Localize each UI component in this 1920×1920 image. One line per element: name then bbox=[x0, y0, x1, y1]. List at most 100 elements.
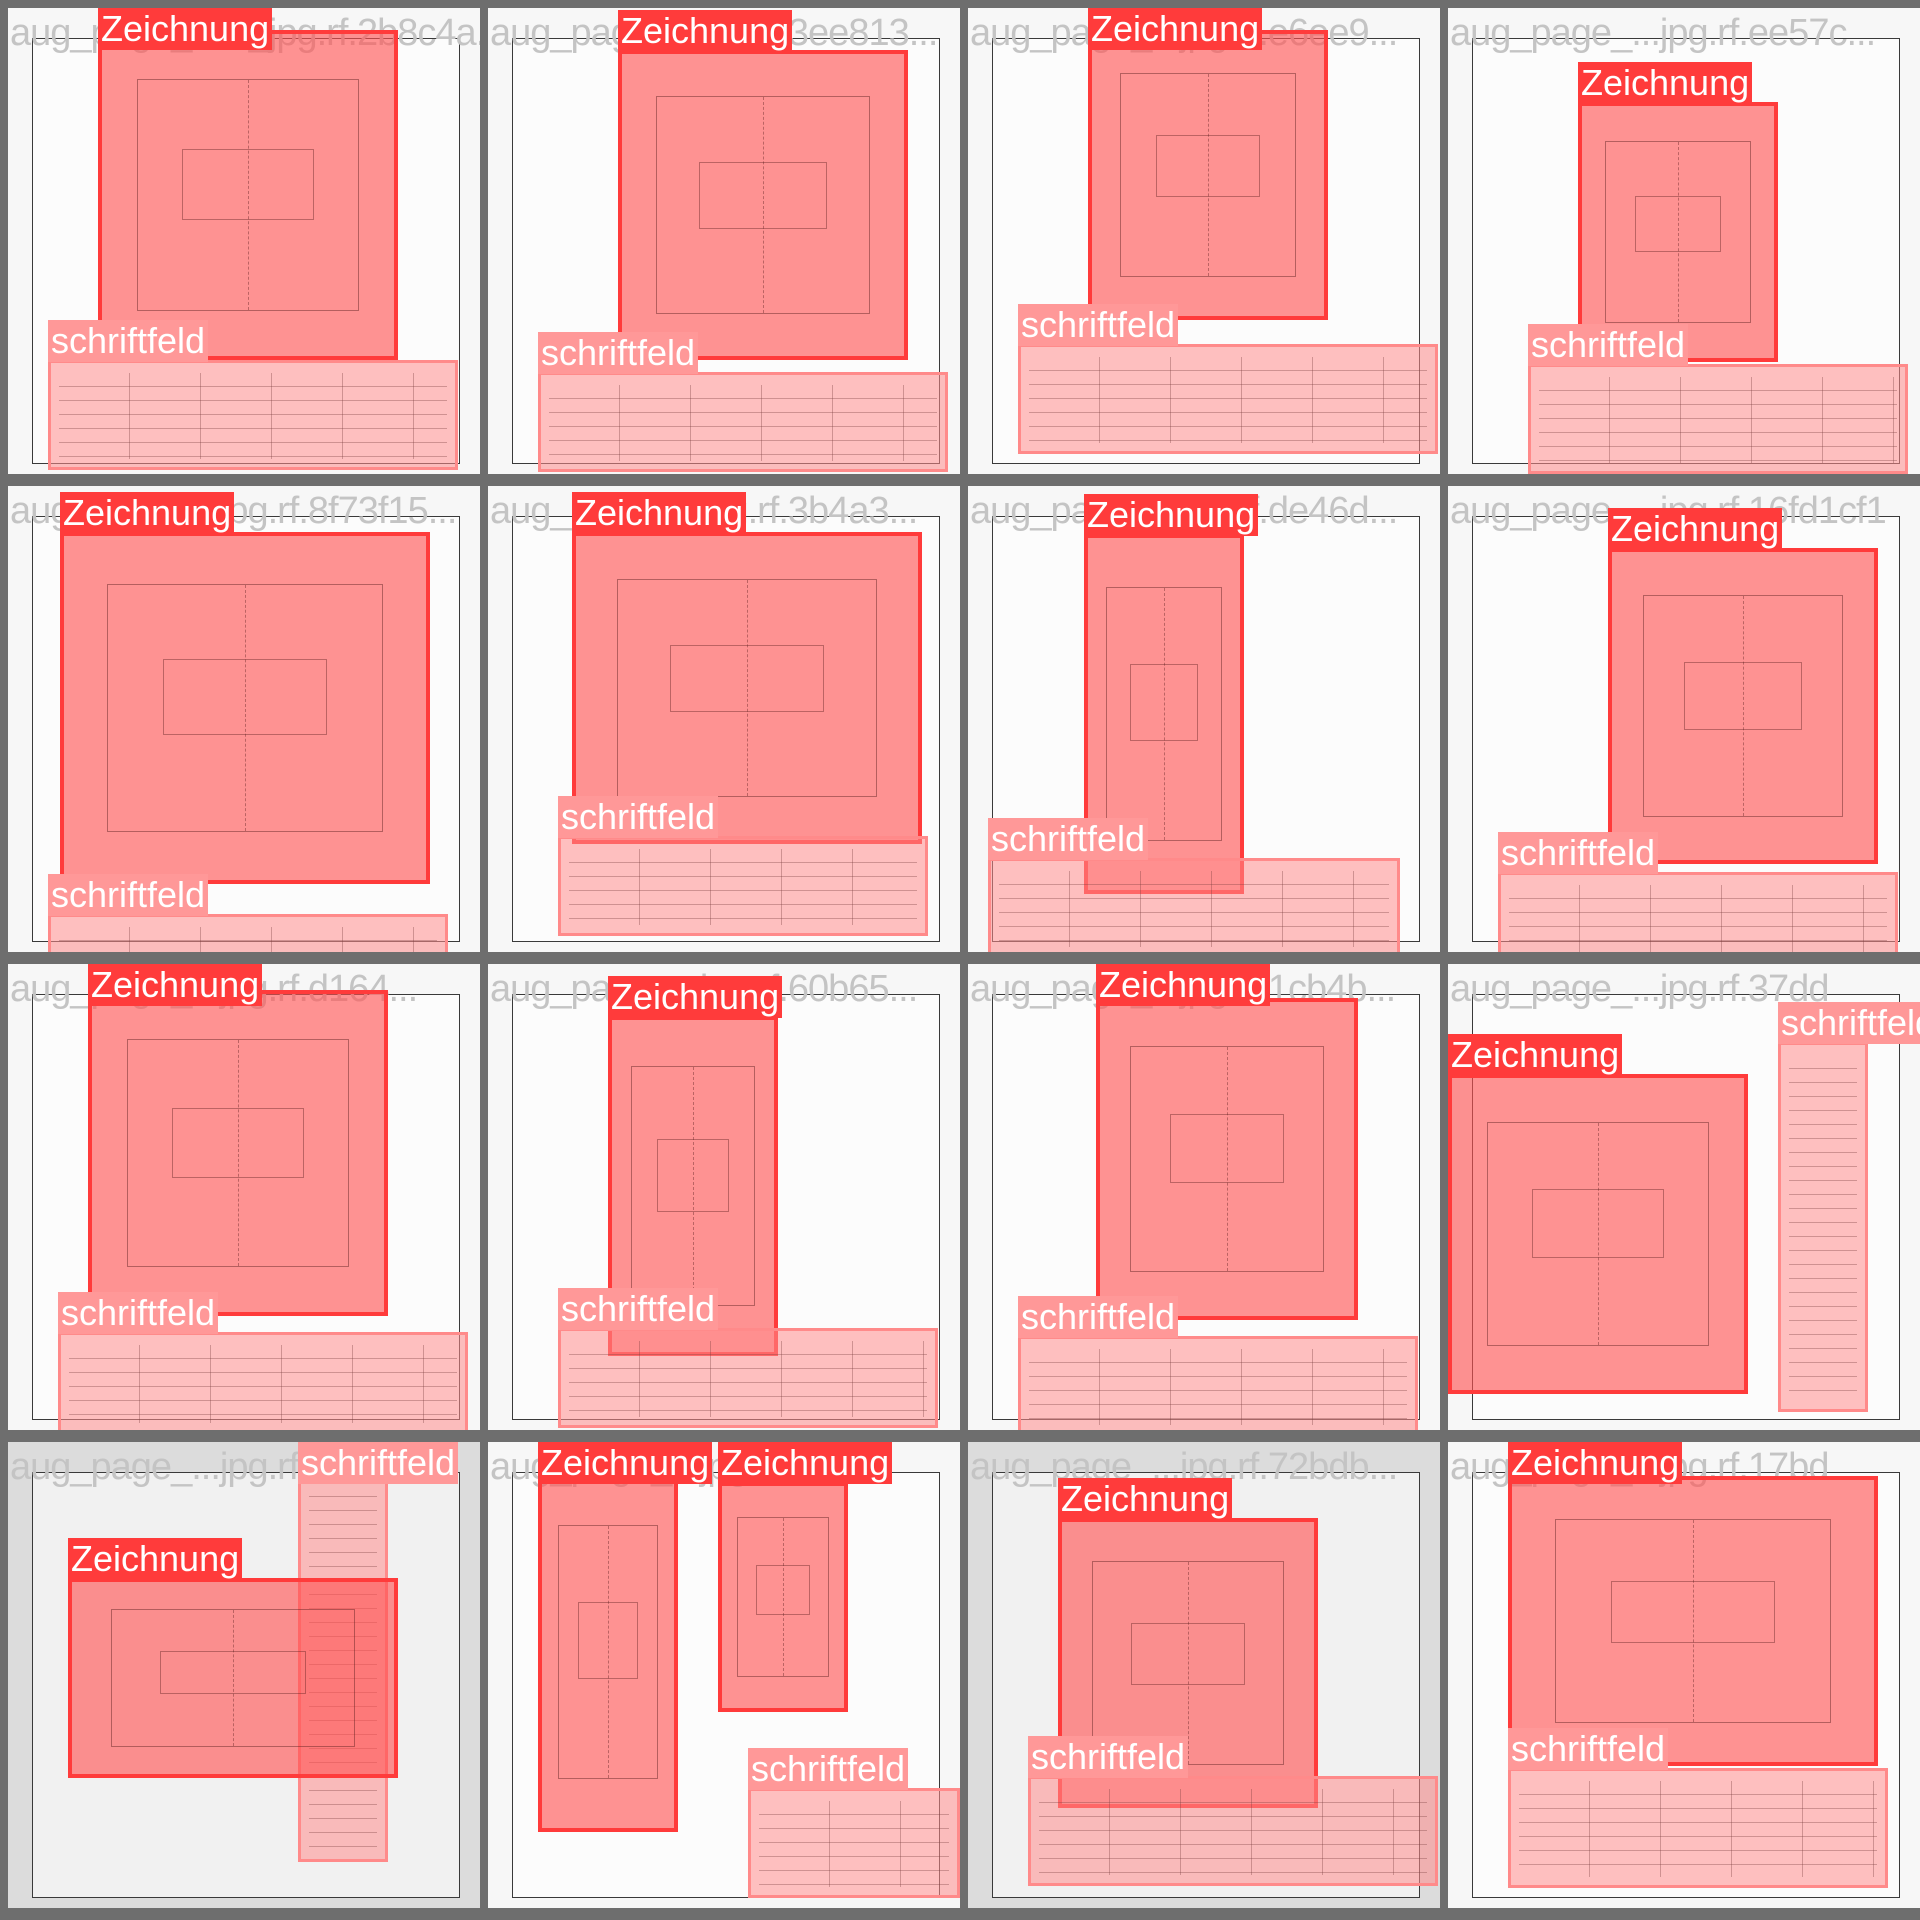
zeichnung-label: Zeichnung bbox=[572, 492, 747, 534]
image-tile: aug_page_...jpg.rf.de46d...Zeichnungschr… bbox=[968, 486, 1440, 952]
image-tile: aug_page_...jpg.rf.37dd schriftfeld Zeichn… bbox=[1448, 964, 1920, 1430]
schriftfeld-box bbox=[1028, 1776, 1438, 1886]
schriftfeld-label: schriftfeld bbox=[1498, 832, 1659, 874]
image-tile: aug_page_...jpg.rf.1cb4b...Zeichnungschr… bbox=[968, 964, 1440, 1430]
drawing-lines bbox=[736, 1517, 830, 1677]
schriftfeld-box bbox=[48, 914, 448, 952]
image-tile: aug_page_...jpg.rf.e6ee9...Zeichnungschr… bbox=[968, 8, 1440, 474]
schriftfeld-box bbox=[1018, 1336, 1418, 1430]
zeichnung-label: Zeichnung bbox=[618, 10, 793, 52]
zeichnung-box bbox=[68, 1578, 398, 1778]
drawing-lines bbox=[1106, 587, 1222, 841]
drawing-lines bbox=[1487, 1121, 1709, 1347]
drawing-lines bbox=[1555, 1519, 1831, 1723]
drawing-lines bbox=[1092, 1561, 1284, 1765]
title-block-grid bbox=[1509, 885, 1887, 952]
schriftfeld-label: schriftfeld bbox=[58, 1292, 219, 1334]
title-block-grid bbox=[549, 385, 937, 461]
zeichnung-box bbox=[98, 30, 398, 360]
title-block-grid bbox=[1789, 1055, 1857, 1401]
schriftfeld-box bbox=[1498, 872, 1898, 952]
drawing-lines bbox=[107, 584, 383, 832]
schriftfeld-box bbox=[988, 858, 1400, 952]
image-tile: aug_page_...jpg.rf.17bdZeichnungschriftf… bbox=[1448, 1442, 1920, 1908]
schriftfeld-box bbox=[538, 372, 948, 472]
title-block-grid bbox=[1029, 357, 1427, 443]
image-tile: aug_page_116_jpg.rf.2b8c4a...Zeichnungsc… bbox=[8, 8, 480, 474]
schriftfeld-label: schriftfeld bbox=[298, 1442, 459, 1484]
zeichnung-box bbox=[88, 990, 388, 1316]
image-tile: aug_page_...jpg.rf.60b65...Zeichnungschr… bbox=[488, 964, 960, 1430]
image-tile: aug_page_...jpg.rf...ZeichnungZeichnungs… bbox=[488, 1442, 960, 1908]
drawing-lines bbox=[617, 578, 877, 798]
zeichnung-box bbox=[1088, 30, 1328, 320]
zeichnung-label: Zeichnung bbox=[68, 1538, 243, 1580]
zeichnung-box bbox=[1448, 1074, 1748, 1394]
drawing-lines bbox=[110, 1608, 356, 1748]
title-block-grid bbox=[759, 1801, 949, 1887]
schriftfeld-box bbox=[48, 360, 458, 470]
title-block-grid bbox=[69, 1345, 457, 1423]
schriftfeld-label: schriftfeld bbox=[1028, 1736, 1189, 1778]
image-tile: aug_page_...jpg.rf.3ee813...Zeichnungsch… bbox=[488, 8, 960, 474]
schriftfeld-label: schriftfeld bbox=[538, 332, 699, 374]
image-tile: aug_page_...jpg.rf.ee57c... Zeichnung schr… bbox=[1448, 8, 1920, 474]
schriftfeld-label: schriftfeld bbox=[1018, 304, 1179, 346]
zeichnung-label: Zeichnung bbox=[1084, 494, 1259, 536]
title-block-grid bbox=[59, 373, 447, 459]
zeichnung-label: Zeichnung bbox=[1448, 1034, 1623, 1076]
zeichnung-box bbox=[1608, 548, 1878, 864]
schriftfeld-box bbox=[748, 1788, 960, 1898]
schriftfeld-label: schriftfeld bbox=[48, 874, 209, 916]
drawing-lines bbox=[1643, 595, 1843, 817]
title-block-grid bbox=[1029, 1349, 1407, 1425]
zeichnung-label: Zeichnung bbox=[60, 492, 235, 534]
drawing-lines bbox=[631, 1066, 755, 1306]
title-block-grid bbox=[569, 1341, 927, 1417]
image-tile: aug_page_...jpg.rf.3b4a3...Zeichnungschr… bbox=[488, 486, 960, 952]
zeichnung-label: Zeichnung bbox=[1578, 62, 1753, 104]
title-block-grid bbox=[999, 871, 1389, 947]
filename-text: aug_page_...jpg.rf.37dd bbox=[1450, 968, 1829, 1010]
title-block-grid bbox=[1519, 1781, 1877, 1877]
drawing-lines bbox=[655, 96, 871, 314]
zeichnung-label: Zeichnung bbox=[1096, 964, 1271, 1006]
schriftfeld-label: schriftfeld bbox=[1778, 1002, 1920, 1044]
schriftfeld-label: schriftfeld bbox=[988, 818, 1149, 860]
detection-mosaic: aug_page_116_jpg.rf.2b8c4a...Zeichnungsc… bbox=[0, 0, 1920, 1920]
drawing-lines bbox=[127, 1038, 349, 1268]
zeichnung-box bbox=[618, 50, 908, 360]
schriftfeld-box bbox=[1508, 1768, 1888, 1888]
schriftfeld-box bbox=[58, 1332, 468, 1430]
schriftfeld-box bbox=[558, 1328, 938, 1428]
title-block-grid bbox=[59, 927, 437, 952]
zeichnung-label: Zeichnung bbox=[1058, 1478, 1233, 1520]
zeichnung-label: Zeichnung bbox=[1608, 508, 1783, 550]
filename-text: aug_page_...jpg.rf.ee57c... bbox=[1450, 12, 1876, 54]
schriftfeld-box bbox=[1018, 344, 1438, 454]
zeichnung-box bbox=[60, 532, 430, 884]
image-tile: aug_page_...jpg.rf.d164...Zeichnungschri… bbox=[8, 964, 480, 1430]
schriftfeld-label: schriftfeld bbox=[1528, 324, 1689, 366]
schriftfeld-box bbox=[1778, 1042, 1868, 1412]
title-block-grid bbox=[1539, 377, 1897, 463]
zeichnung-label: Zeichnung bbox=[1508, 1442, 1683, 1484]
drawing-lines bbox=[1119, 73, 1297, 277]
zeichnung-label: Zeichnung bbox=[88, 964, 263, 1006]
image-tile: aug_page_...jpg.rf... schriftfeld Zeichnun… bbox=[8, 1442, 480, 1908]
schriftfeld-label: schriftfeld bbox=[558, 796, 719, 838]
zeichnung-box bbox=[538, 1472, 678, 1832]
title-block-grid bbox=[1039, 1789, 1427, 1875]
drawing-lines bbox=[1130, 1045, 1324, 1273]
zeichnung-box bbox=[1578, 102, 1778, 362]
schriftfeld-label: schriftfeld bbox=[1018, 1296, 1179, 1338]
schriftfeld-label: schriftfeld bbox=[48, 320, 209, 362]
zeichnung-label: Zeichnung bbox=[98, 8, 273, 50]
zeichnung-box bbox=[1508, 1476, 1878, 1766]
image-tile: aug_page_...jpg.rf.16fd1cf1Zeichnungschr… bbox=[1448, 486, 1920, 952]
zeichnung-box bbox=[1096, 998, 1358, 1320]
drawing-lines bbox=[137, 79, 359, 311]
schriftfeld-label: schriftfeld bbox=[558, 1288, 719, 1330]
drawing-lines bbox=[1605, 141, 1751, 323]
image-tile: aug_page_...jpg.rf.8f73f15...Zeichnungsc… bbox=[8, 486, 480, 952]
